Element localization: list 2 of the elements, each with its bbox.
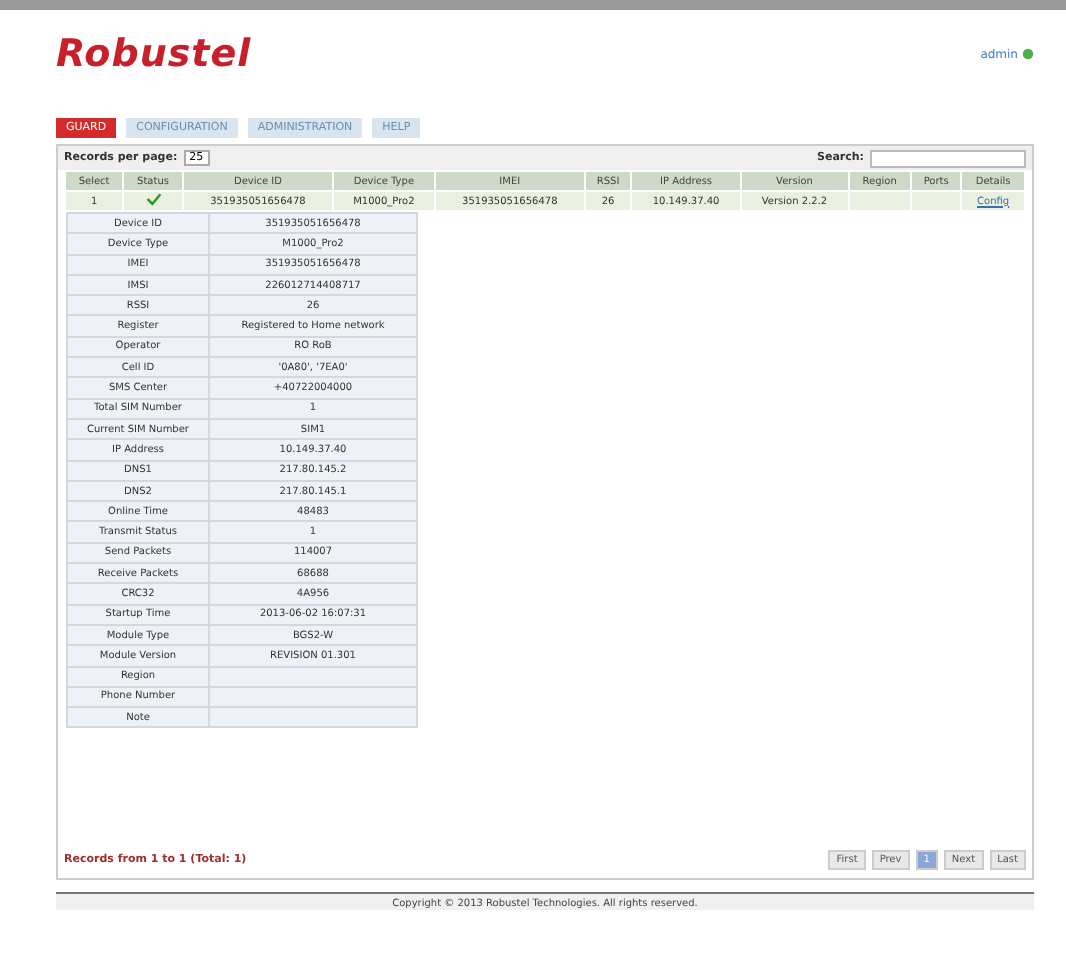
logo: Robustel (56, 32, 252, 76)
search-field[interactable] (870, 149, 1026, 167)
